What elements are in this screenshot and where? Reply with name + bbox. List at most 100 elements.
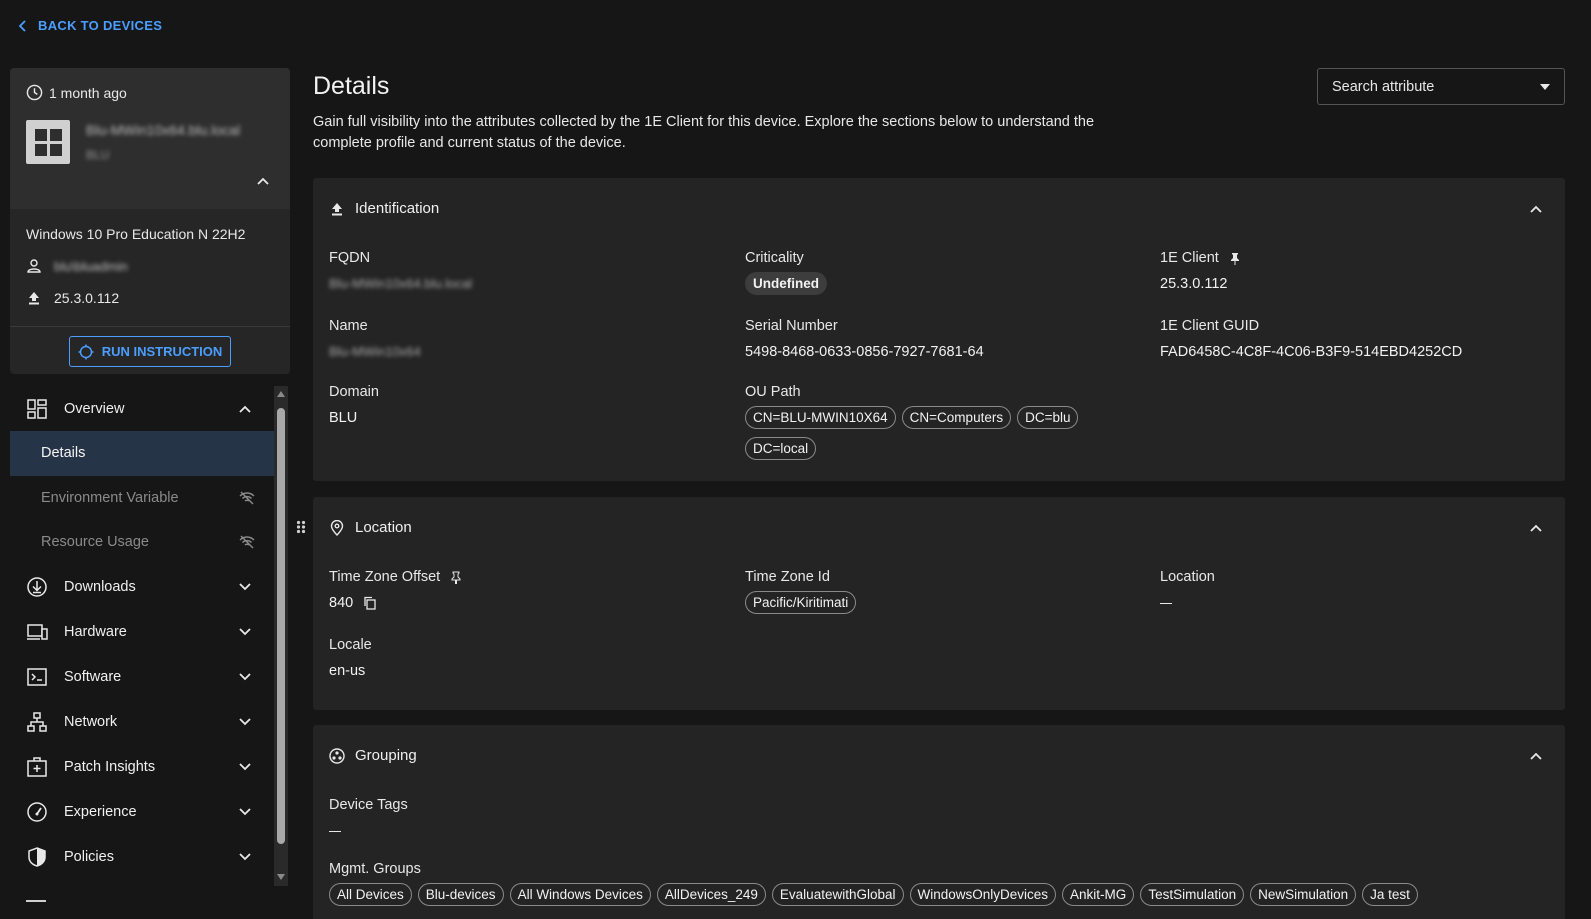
field-label: Name xyxy=(329,318,368,334)
terminal-icon xyxy=(27,668,47,686)
field-fqdn: FQDN Blu-MWin10x64.blu.local xyxy=(329,250,472,291)
scroll-up-arrow-icon[interactable] xyxy=(277,391,285,397)
search-attribute-dropdown[interactable]: Search attribute xyxy=(1317,68,1565,105)
pin-icon[interactable] xyxy=(1229,252,1241,265)
network-icon xyxy=(27,712,47,732)
identification-header[interactable]: Identification xyxy=(329,200,439,217)
logged-user: blu\bluadmin xyxy=(26,258,128,274)
page-title: Details xyxy=(313,72,390,100)
chevron-up-icon[interactable] xyxy=(256,174,270,188)
client-version-value: 25.3.0.112 xyxy=(54,290,120,306)
field-value xyxy=(329,823,408,832)
device-summary-card: 1 month ago Blu-MWin10x64.blu.local BLU … xyxy=(10,68,290,374)
sidebar-item-software[interactable]: Software xyxy=(10,655,274,700)
sidebar-item-details[interactable]: Details xyxy=(10,431,274,476)
field-value: FAD6458C-4C8F-4C06-B3F9-514EBD4252CD xyxy=(1160,344,1463,360)
sidebar-item-overview[interactable]: Overview xyxy=(10,386,274,431)
speedometer-icon xyxy=(27,802,47,822)
field-time-zone-id: Time Zone Id Pacific/Kiritimati xyxy=(745,569,862,614)
chevron-left-icon xyxy=(18,19,26,32)
pin-icon[interactable] xyxy=(450,571,462,584)
page-description: Gain full visibility into the attributes… xyxy=(313,114,1095,151)
device-name: Blu-MWin10x64.blu.local xyxy=(86,122,241,138)
location-header[interactable]: Location xyxy=(329,519,412,536)
os-name: Windows 10 Pro Education N 22H2 xyxy=(26,226,246,242)
field-value: Blu-MWin10x64.blu.local xyxy=(329,276,473,291)
back-to-devices-link[interactable]: BACK TO DEVICES xyxy=(18,18,162,33)
ou-chip: DC=local xyxy=(745,437,817,460)
ou-chip: CN=Computers xyxy=(901,406,1012,429)
sidebar-item-label: Experience xyxy=(64,804,137,820)
field-value: 25.3.0.112 xyxy=(1160,276,1228,292)
run-instruction-button[interactable]: RUN INSTRUCTION xyxy=(69,336,231,367)
download-icon xyxy=(27,577,47,597)
field-value: 840 xyxy=(329,595,462,611)
sidebar-scrollbar[interactable] xyxy=(274,386,288,886)
group-icon xyxy=(329,747,345,764)
sidebar-item-patch-insights[interactable]: Patch Insights xyxy=(10,745,274,790)
sidebar-item-label: Hardware xyxy=(64,624,127,640)
field-location: Location xyxy=(1160,569,1215,604)
field-client-guid: 1E Client GUID FAD6458C-4C8F-4C06-B3F9-5… xyxy=(1160,318,1462,360)
field-label: Time Zone Id xyxy=(745,569,830,585)
field-label-text: 1E Client xyxy=(1160,250,1219,266)
chevron-down-icon xyxy=(239,808,251,816)
field-serial-number: Serial Number 5498-8468-0633-0856-7927-7… xyxy=(745,318,984,360)
field-value: BLU xyxy=(329,410,358,426)
last-seen-text: 1 month ago xyxy=(49,84,127,101)
ou-chip: CN=BLU-MWIN10X64 xyxy=(745,406,896,429)
sidebar-item-resource-usage[interactable]: Resource Usage xyxy=(10,520,274,565)
criticality-badge: Undefined xyxy=(745,272,827,295)
chevron-down-icon xyxy=(239,628,251,636)
search-attribute-placeholder: Search attribute xyxy=(1332,78,1435,95)
sidebar-item-experience[interactable]: Experience xyxy=(10,790,274,835)
medical-kit-icon xyxy=(27,757,47,777)
sidebar-item-label: Environment Variable xyxy=(41,489,179,506)
field-value-text: 840 xyxy=(329,595,354,611)
field-domain: Domain BLU xyxy=(329,384,379,426)
drag-handle-icon[interactable] xyxy=(296,520,306,534)
wifi-off-icon xyxy=(239,535,255,549)
client-icon xyxy=(29,292,39,305)
section-title: Location xyxy=(355,519,412,536)
field-value xyxy=(1160,595,1215,604)
windows-icon xyxy=(26,120,70,164)
chevron-up-icon[interactable] xyxy=(1529,202,1543,216)
field-label: Mgmt. Groups xyxy=(329,861,421,877)
field-ou-path: OU Path CN=BLU-MWIN10X64 CN=Computers DC… xyxy=(745,384,1125,460)
ou-chip: DC=blu xyxy=(1017,406,1079,429)
location-pin-icon xyxy=(330,519,344,536)
sidebar-nav: Overview Details Environment Variable Re… xyxy=(10,386,274,906)
grouping-header[interactable]: Grouping xyxy=(329,747,417,764)
chevron-up-icon[interactable] xyxy=(1529,521,1543,535)
sidebar-item-hardware[interactable]: Hardware xyxy=(10,610,274,655)
field-1e-client: 1E Client 25.3.0.112 xyxy=(1160,250,1241,292)
sidebar-item-policies[interactable]: Policies xyxy=(10,835,274,880)
field-criticality: Criticality Undefined xyxy=(745,250,833,295)
sidebar-item-downloads[interactable]: Downloads xyxy=(10,565,274,610)
mgmt-group-chip: AllDevices_249 xyxy=(656,883,766,906)
sidebar-item-label: Overview xyxy=(64,400,125,417)
field-name: Name Blu-MWin10x64 xyxy=(329,318,421,359)
sidebar-item-label: Details xyxy=(41,445,86,462)
scrollbar-thumb[interactable] xyxy=(277,408,285,844)
caret-down-icon xyxy=(1540,84,1550,90)
mgmt-group-chip: All Windows Devices xyxy=(509,883,651,906)
field-value: Blu-MWin10x64 xyxy=(329,344,421,359)
location-section: Location Time Zone Offset 840 Time Zone … xyxy=(313,497,1565,710)
empty-value-dash xyxy=(329,831,341,832)
sidebar-item-network[interactable]: Network xyxy=(10,700,274,745)
client-version: 25.3.0.112 xyxy=(26,290,119,306)
clock-icon xyxy=(26,84,43,101)
field-label: OU Path xyxy=(745,384,801,400)
mgmt-group-chip: WindowsOnlyDevices xyxy=(909,883,1057,906)
field-time-zone-offset: Time Zone Offset 840 xyxy=(329,569,462,611)
scroll-down-arrow-icon[interactable] xyxy=(277,874,285,880)
sidebar-item-environment-variable[interactable]: Environment Variable xyxy=(10,476,274,521)
devices-icon xyxy=(27,624,48,640)
field-label: Serial Number xyxy=(745,318,838,334)
copy-icon[interactable] xyxy=(363,596,377,610)
field-locale: Locale en-us xyxy=(329,637,372,679)
mgmt-group-chip: Ja test xyxy=(1362,883,1418,906)
chevron-up-icon[interactable] xyxy=(1529,749,1543,763)
